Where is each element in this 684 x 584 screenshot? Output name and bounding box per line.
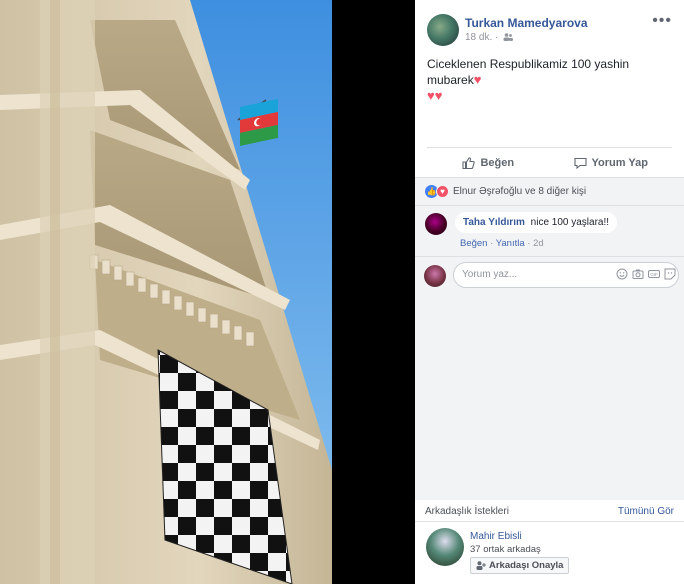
thumbs-up-icon bbox=[462, 156, 476, 169]
post-message: Ciceklenen Respublikamiz 100 yashin muba… bbox=[427, 57, 630, 87]
camera-icon[interactable] bbox=[632, 268, 644, 280]
comment-item: Taha Yıldırım nice 100 yaşlara!! Beğen ·… bbox=[415, 206, 684, 256]
confirm-friend-button[interactable]: Arkadaşı Onayla bbox=[470, 557, 570, 574]
see-all-link[interactable]: Tümünü Gör bbox=[618, 506, 674, 517]
comment-bubble-icon bbox=[573, 157, 587, 169]
post-header: Turkan Mamedyarova 18 dk. · ••• bbox=[415, 0, 684, 50]
comment-button[interactable]: Yorum Yap bbox=[550, 157, 673, 169]
reaction-names[interactable]: Elnur Əşrəfoğlu ve 8 diğer kişi bbox=[453, 186, 586, 197]
building-photo bbox=[0, 0, 332, 584]
love-reaction-icon: ♥ bbox=[436, 185, 449, 198]
current-user-avatar bbox=[424, 265, 446, 287]
friend-requests-header: Arkadaşlık İstekleri Tümünü Gör bbox=[415, 500, 684, 522]
add-friend-icon bbox=[476, 561, 486, 570]
post-side-panel: Turkan Mamedyarova 18 dk. · ••• Ciceklen… bbox=[415, 0, 684, 584]
like-button[interactable]: Beğen bbox=[427, 157, 550, 169]
heart-emoji-icon: ♥ bbox=[473, 72, 482, 87]
requester-avatar[interactable] bbox=[426, 528, 464, 566]
like-label: Beğen bbox=[480, 156, 515, 169]
comment-dot: · bbox=[490, 238, 494, 249]
lightbox-backdrop bbox=[332, 0, 415, 584]
post-actions: Beğen Yorum Yap bbox=[427, 147, 672, 177]
author-avatar[interactable] bbox=[427, 14, 459, 46]
sticker-icon[interactable] bbox=[664, 268, 676, 280]
post-text: Ciceklenen Respublikamiz 100 yashin muba… bbox=[415, 50, 684, 147]
svg-text:GIF: GIF bbox=[650, 272, 658, 277]
post-photo[interactable] bbox=[0, 0, 332, 584]
comment-bubble: Taha Yıldırım nice 100 yaşlara!! bbox=[455, 212, 618, 233]
author-name[interactable]: Turkan Mamedyarova bbox=[465, 16, 588, 30]
post-time[interactable]: 18 dk. bbox=[465, 32, 492, 43]
comment-reply-link[interactable]: Yanıtla bbox=[496, 238, 525, 249]
requester-name[interactable]: Mahir Ebisli bbox=[470, 531, 522, 542]
confirm-label: Arkadaşı Onayla bbox=[489, 560, 564, 571]
comment-like-link[interactable]: Beğen bbox=[460, 238, 487, 249]
reactions-summary[interactable]: 👍 ♥ Elnur Əşrəfoğlu ve 8 diğer kişi bbox=[415, 178, 684, 206]
friend-request-item: Mahir Ebisli 37 ortak arkadaş Arkadaşı O… bbox=[415, 522, 684, 582]
more-options-icon[interactable]: ••• bbox=[652, 12, 672, 30]
comment-dot: · bbox=[527, 238, 531, 249]
azerbaijan-flag bbox=[240, 98, 278, 146]
mutual-friends[interactable]: 37 ortak arkadaş bbox=[470, 544, 541, 555]
comment-label: Yorum Yap bbox=[591, 156, 648, 169]
comment-actions: Beğen · Yanıtla · 2d bbox=[460, 238, 544, 249]
meta-separator: · bbox=[495, 32, 499, 43]
emoji-icon[interactable] bbox=[616, 268, 628, 280]
commenter-name[interactable]: Taha Yıldırım bbox=[463, 217, 525, 228]
comment-age[interactable]: 2d bbox=[533, 238, 544, 249]
friend-requests-box: Arkadaşlık İstekleri Tümünü Gör Mahir Eb… bbox=[415, 500, 684, 584]
commenter-avatar[interactable] bbox=[425, 213, 447, 235]
comment-text: nice 100 yaşlara!! bbox=[530, 217, 610, 228]
gif-icon[interactable]: GIF bbox=[648, 268, 660, 280]
comment-input-icons: GIF bbox=[616, 268, 676, 280]
write-comment-row: Yorum yaz... GIF bbox=[415, 256, 684, 294]
friends-audience-icon[interactable] bbox=[503, 33, 514, 42]
friend-requests-title: Arkadaşlık İstekleri bbox=[425, 506, 509, 517]
post-meta: 18 dk. · bbox=[465, 32, 514, 43]
heart-emoji-icon: ♥♥ bbox=[427, 88, 443, 103]
